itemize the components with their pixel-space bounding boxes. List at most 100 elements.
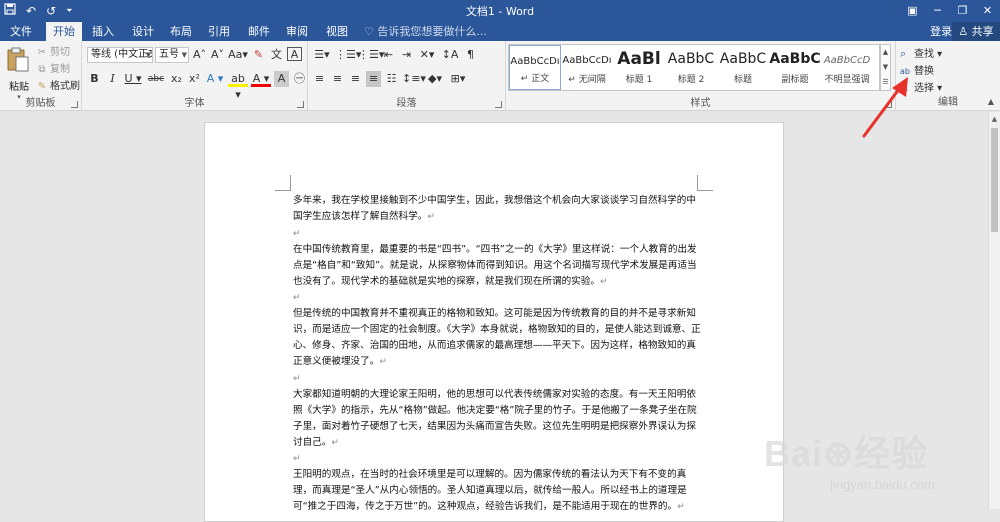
style-subtle-emphasis[interactable]: AaBbCcD 不明显强调 — [821, 45, 873, 90]
paste-button[interactable]: 粘贴 ▾ — [6, 46, 32, 101]
style-normal[interactable]: AaBbCcDı ↵ 正文 — [509, 45, 561, 90]
tab-design[interactable]: 设计 — [128, 22, 158, 41]
chevron-up-icon[interactable]: ▲ — [881, 45, 890, 60]
paragraph-text: 王阳明的观点，在当时的社会环境里是可以理解的。因为儒家传统的看法认为天下有不变的… — [293, 469, 687, 513]
underline-button[interactable]: U ▾ — [123, 71, 143, 87]
paragraph-text: 但是传统的中国教育并不重视真正的格物和致知。这可能是因为传统教育的目的并不是寻求… — [293, 308, 701, 368]
more-styles-icon[interactable]: ☰ — [881, 75, 890, 90]
close-button[interactable]: ✕ — [975, 0, 1000, 22]
bold-button[interactable]: B — [87, 71, 102, 87]
align-right-button[interactable]: ≡ — [348, 71, 363, 87]
paragraph-dialog-launcher[interactable] — [495, 101, 502, 108]
change-case-button[interactable]: Aa▾ — [228, 47, 248, 63]
justify-button[interactable]: ≡ — [366, 71, 381, 87]
replace-button[interactable]: ab 替换 — [900, 62, 934, 77]
character-shading-button[interactable]: A — [274, 71, 289, 87]
tab-file[interactable]: 文件 — [6, 22, 36, 41]
minimize-button[interactable]: ─ — [925, 0, 950, 22]
cut-button[interactable]: ✂ 剪切 — [36, 45, 70, 60]
italic-button[interactable]: I — [105, 71, 120, 87]
collapse-ribbon-icon[interactable]: ▲ — [988, 97, 994, 106]
style-sample: AaBbCcD — [823, 55, 871, 66]
phonetic-guide-button[interactable]: 文 — [269, 47, 284, 63]
share-button[interactable]: ♙ 共享 — [952, 22, 1000, 41]
tab-insert[interactable]: 插入 — [88, 22, 118, 41]
vertical-scrollbar[interactable]: ▲ — [988, 112, 1000, 509]
format-painter-button[interactable]: ✎ 格式刷 — [36, 79, 80, 94]
paragraph[interactable]: 在中国传统教育里，最重要的书是“四书”。“四书”之一的《大学》里这样说：一个人教… — [293, 242, 701, 291]
empty-paragraph[interactable]: ↵ — [293, 371, 701, 387]
character-border-button[interactable]: A — [287, 47, 302, 61]
chevron-down-icon[interactable]: ▼ — [881, 60, 890, 75]
restore-button[interactable]: ❐ — [950, 0, 975, 22]
find-button[interactable]: ⌕ 查找 ▾ — [900, 45, 942, 61]
style-heading-1[interactable]: AaBl 标题 1 — [613, 45, 665, 90]
scrollbar-thumb[interactable] — [991, 128, 998, 232]
font-color-button[interactable]: A ▾ — [251, 71, 271, 87]
chevron-down-icon: ▼ — [181, 51, 187, 59]
strikethrough-button[interactable]: abc — [146, 71, 166, 87]
paragraph[interactable]: 多年来，我在学校里接触到不少中国学生，因此，我想借这个机会向大家谈谈学习自然科学… — [293, 193, 701, 226]
tell-me-search[interactable]: ♡ 告诉我您想要做什么... — [364, 22, 487, 41]
select-button[interactable]: ↖ 选择 ▾ — [900, 79, 942, 94]
font-name-combo[interactable]: 等线 (中文正文 ▼ — [87, 47, 153, 63]
tab-layout[interactable]: 布局 — [166, 22, 196, 41]
numbering-button[interactable]: ⋮☰▾ — [335, 47, 361, 63]
bullets-button[interactable]: ☰▾ — [312, 47, 332, 63]
highlight-color-button[interactable]: ab ▾ — [228, 71, 248, 101]
style-name: ↵ 正文 — [520, 74, 550, 84]
login-link[interactable]: 登录 — [930, 22, 952, 41]
font-name-value: 等线 (中文正文 — [91, 49, 153, 60]
distributed-button[interactable]: ☷ — [384, 71, 399, 87]
document-body[interactable]: 多年来，我在学校里接触到不少中国学生，因此，我想借这个机会向大家谈谈学习自然科学… — [293, 193, 701, 516]
sort-button[interactable]: ↕A — [440, 47, 460, 63]
increase-indent-button[interactable]: ⇥ — [399, 47, 414, 63]
style-heading-2[interactable]: AaBbC 标题 2 — [665, 45, 717, 90]
paragraph[interactable]: 大家都知道明朝的大理论家王阳明，他的思想可以代表传统儒家对实验的态度。有一天王阳… — [293, 387, 701, 452]
subscript-button[interactable]: x₂ — [169, 71, 184, 87]
tab-home[interactable]: 开始 — [46, 22, 82, 41]
style-sample: AaBbCcDı — [562, 55, 612, 66]
style-title[interactable]: AaBbC 标题 — [717, 45, 769, 90]
superscript-button[interactable]: x² — [187, 71, 202, 87]
font-size-value: 五号 — [159, 49, 179, 60]
shrink-font-button[interactable]: A˅ — [210, 47, 225, 63]
title-bar: ↶ ↺ ⏷ 文档1 - Word ▣ ─ ❐ ✕ — [0, 0, 1000, 22]
shading-button[interactable]: ◆▾ — [425, 71, 445, 87]
enclose-characters-button[interactable]: ㊀ — [292, 71, 307, 87]
style-subtitle[interactable]: AaBbC 副标题 — [769, 45, 821, 90]
decrease-indent-button[interactable]: ⇤ — [381, 47, 396, 63]
text-effects-button[interactable]: A ▾ — [205, 71, 225, 87]
show-marks-button[interactable]: ¶ — [463, 47, 478, 63]
multilevel-list-button[interactable]: ⋮☰▾ — [358, 47, 384, 63]
style-name: 标题 1 — [625, 75, 653, 85]
empty-paragraph[interactable]: ↵ — [293, 290, 701, 306]
align-left-button[interactable]: ≡ — [312, 71, 327, 87]
styles-gallery-scroll[interactable]: ▲ ▼ ☰ — [880, 44, 891, 91]
center-button[interactable]: ≡ — [330, 71, 345, 87]
clear-formatting-button[interactable]: ✎ — [251, 47, 266, 63]
font-size-combo[interactable]: 五号 ▼ — [155, 47, 189, 63]
font-dialog-launcher[interactable] — [297, 101, 304, 108]
tab-mailings[interactable]: 邮件 — [244, 22, 274, 41]
styles-dialog-launcher[interactable] — [885, 101, 892, 108]
paragraph[interactable]: 但是传统的中国教育并不重视真正的格物和致知。这可能是因为传统教育的目的并不是寻求… — [293, 306, 701, 371]
scroll-up-icon[interactable]: ▲ — [989, 114, 1000, 125]
document-page[interactable]: 多年来，我在学校里接触到不少中国学生，因此，我想借这个机会向大家谈谈学习自然科学… — [204, 122, 784, 522]
ribbon: 粘贴 ▾ ✂ 剪切 ⧉ 复制 ✎ 格式刷 剪贴板 等线 (中文正文 ▼ 五号 ▼ A˄ A… — [0, 41, 1000, 111]
line-spacing-button[interactable]: ↕≡▾ — [402, 71, 426, 87]
ribbon-display-options-icon[interactable]: ▣ — [900, 0, 925, 22]
window-controls: ▣ ─ ❐ ✕ — [900, 0, 1000, 22]
chinese-layout-button[interactable]: ✕▾ — [417, 47, 437, 63]
tab-view[interactable]: 视图 — [322, 22, 352, 41]
tab-references[interactable]: 引用 — [204, 22, 234, 41]
clipboard-dialog-launcher[interactable] — [71, 101, 78, 108]
tab-review[interactable]: 审阅 — [282, 22, 312, 41]
borders-button[interactable]: ⊞▾ — [448, 71, 468, 87]
empty-paragraph[interactable]: ↵ — [293, 226, 701, 242]
style-no-spacing[interactable]: AaBbCcDı ↵ 无间隔 — [561, 45, 613, 90]
empty-paragraph[interactable]: ↵ — [293, 451, 701, 467]
copy-button[interactable]: ⧉ 复制 — [36, 62, 70, 77]
grow-font-button[interactable]: A˄ — [192, 47, 207, 63]
search-icon: ⌕ — [900, 47, 907, 60]
